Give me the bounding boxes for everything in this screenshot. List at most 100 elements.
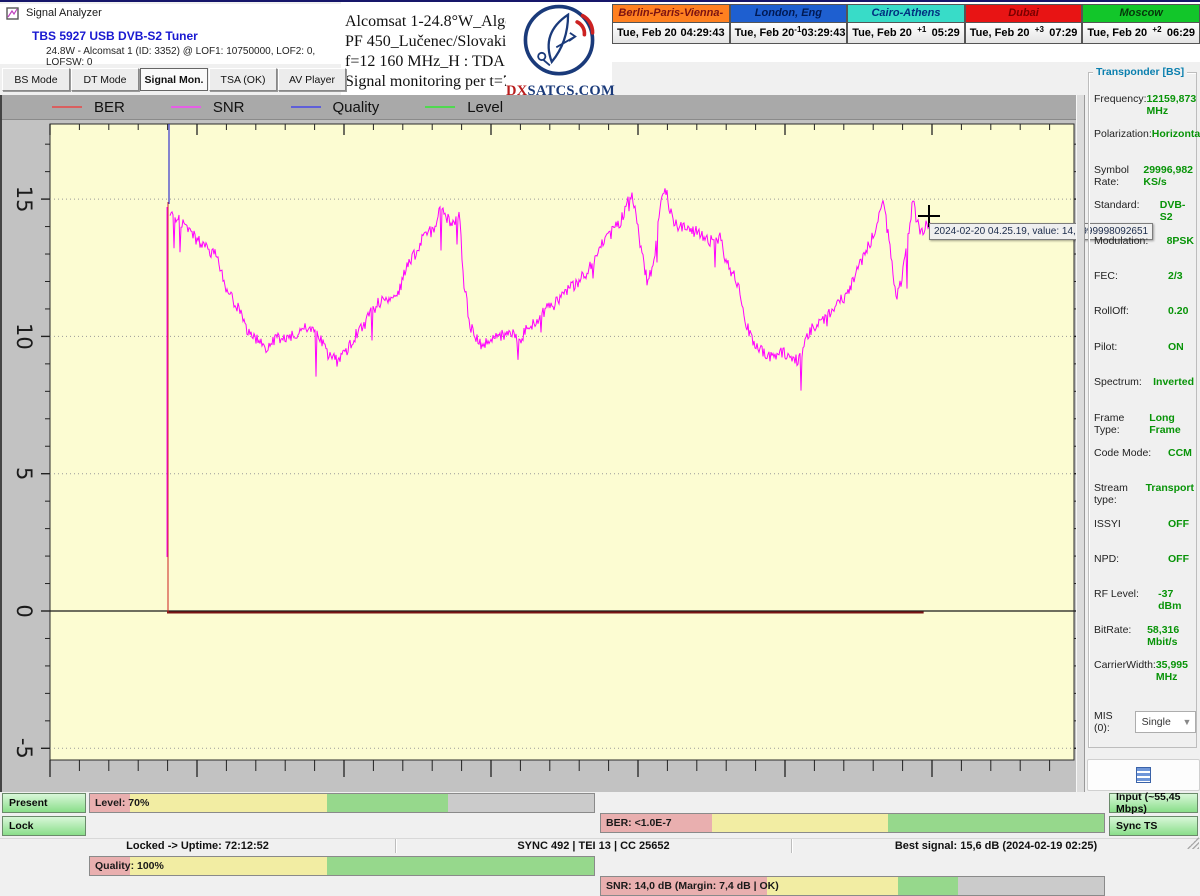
field-row: Frequency:12159,873 MHz [1094, 93, 1194, 128]
field-label: Pilot: [1094, 341, 1168, 353]
y-axis-label: -5 [12, 738, 36, 759]
statusbar-uptime: Locked -> Uptime: 72:12:52 [0, 839, 396, 853]
clock-cell: Cairo-AthensTue, Feb 20+105:29 [847, 4, 965, 44]
mis-row: MIS (0): Single ▼ [1094, 710, 1196, 734]
field-label: ISSYI [1094, 518, 1168, 530]
bar-segment-green [888, 814, 1104, 832]
tuner-subtitle: 24.8W - Alcomsat 1 (ID: 3352) @ LOF1: 10… [46, 46, 341, 68]
ber-progressbar: BER: <1.0E-7 [600, 813, 1105, 833]
tab-dt-mode[interactable]: DT Mode [71, 68, 139, 91]
chart-panel: BERSNRQualityLevel 151050-5 [0, 95, 1076, 792]
field-value: 58,316 Mbit/s [1147, 624, 1194, 648]
field-value: ON [1168, 341, 1184, 353]
clock-time: 06:29 [1167, 27, 1195, 39]
clock-time: 07:29 [1049, 27, 1077, 39]
quality-progressbar-label: Quality: 100% [95, 860, 164, 872]
field-label: Standard: [1094, 199, 1160, 211]
field-row: Pilot:ON [1094, 341, 1194, 376]
field-label: NPD: [1094, 553, 1168, 565]
legend-label: Level [467, 99, 503, 116]
legend-label: BER [94, 99, 125, 116]
tab-tsa-ok[interactable]: TSA (OK) [209, 68, 277, 91]
statusbar: Locked -> Uptime: 72:12:52 SYNC 492 | TE… [0, 838, 1200, 853]
statusbar-sync: SYNC 492 | TEI 13 | CC 25652 [396, 839, 792, 853]
clock-time-row: Tue, Feb 20+206:29 [1083, 23, 1199, 43]
bar-segment-gray [958, 877, 1104, 895]
bar-segment-yellow [712, 814, 888, 832]
clock-utc-offset: +1 [912, 25, 932, 34]
legend-item: BER [52, 99, 125, 116]
clock-date: Tue, Feb 20 [617, 27, 677, 39]
resize-grip[interactable] [1187, 837, 1199, 849]
present-badge: Present [2, 793, 86, 813]
clock-city: Moscow [1083, 5, 1199, 23]
level-progressbar: Level: 70% [89, 793, 595, 813]
field-row: BitRate:58,316 Mbit/s [1094, 624, 1194, 659]
chart-legend: BER SNR Quality Level [2, 95, 1076, 120]
field-label: Modulation: [1094, 235, 1167, 247]
tab-av-player[interactable]: AV Player [278, 68, 346, 91]
bar-segment-green [898, 877, 958, 895]
field-value: Transport [1146, 482, 1194, 494]
report-button[interactable] [1087, 759, 1200, 791]
tab-bs-mode[interactable]: BS Mode [2, 68, 70, 91]
y-axis-label: 5 [12, 467, 36, 480]
field-label: RollOff: [1094, 305, 1168, 317]
field-label: Spectrum: [1094, 376, 1153, 388]
clock-cell: DubaiTue, Feb 20+307:29 [965, 4, 1083, 44]
field-row: Polarization:Horizontal [1094, 128, 1194, 163]
bar-segment-yellow [767, 877, 898, 895]
legend-swatch [291, 106, 321, 108]
app-icon [6, 7, 19, 20]
chart-splitter[interactable] [1076, 95, 1085, 792]
clock-utc-offset: -1 [794, 25, 801, 34]
chevron-down-icon: ▼ [1179, 717, 1195, 727]
clock-utc-offset: +3 [1029, 25, 1049, 34]
clock-city: Dubai [966, 5, 1082, 23]
y-axis-label: 0 [12, 604, 36, 617]
tab-signal-mon[interactable]: Signal Mon. [140, 68, 208, 91]
field-row: Standard:DVB-S2 [1094, 199, 1194, 234]
field-label: Symbol Rate: [1094, 164, 1143, 188]
clock-city: London, Eng [731, 5, 847, 23]
mis-label: MIS (0): [1094, 710, 1127, 734]
quality-progressbar: Quality: 100% [89, 856, 595, 876]
report-icon [1136, 767, 1151, 783]
field-label: CarrierWidth: [1094, 659, 1156, 671]
input-badge: Input (~55,45 Mbps) [1109, 793, 1198, 813]
field-value: DVB-S2 [1160, 199, 1194, 223]
field-value: Inverted [1153, 376, 1194, 388]
clock-date: Tue, Feb 20 [852, 27, 912, 39]
field-value: Horizontal [1152, 128, 1200, 140]
field-value: -37 dBm [1158, 588, 1194, 612]
legend-item: Quality [291, 99, 380, 116]
clock-utc-offset: +2 [1147, 25, 1167, 34]
signal-plot[interactable]: 151050-5 [2, 119, 1078, 792]
dxsatcs-logo: DXSATCS.COM [506, 2, 612, 97]
tuner-header: TBS 5927 USB DVB-S2 Tuner 24.8W - Alcoms… [0, 22, 341, 64]
field-value: CCM [1168, 447, 1192, 459]
field-value: 29996,982 KS/s [1143, 164, 1194, 188]
transponder-group: Transponder [BS] Frequency:12159,873 MHz… [1088, 72, 1197, 748]
clock-city: Berlin-Paris-Vienna-Roma [613, 5, 729, 23]
field-label: Frequency: [1094, 93, 1147, 105]
clock-time-row: Tue, Feb 20+307:29 [966, 23, 1082, 43]
field-row: Frame Type:Long Frame [1094, 412, 1194, 447]
legend-item: SNR [171, 99, 245, 116]
legend-swatch [52, 106, 82, 108]
legend-swatch [425, 106, 455, 108]
field-row: RF Level:-37 dBm [1094, 588, 1194, 623]
field-label: Code Mode: [1094, 447, 1168, 459]
mis-select[interactable]: Single ▼ [1135, 711, 1196, 733]
field-label: Stream type: [1094, 482, 1146, 506]
mis-select-value: Single [1136, 716, 1179, 728]
y-axis-label: 15 [12, 186, 36, 213]
legend-swatch [171, 106, 201, 108]
bar-segment-yellow [130, 794, 327, 812]
legend-label: Quality [333, 99, 380, 116]
bar-segment-gray [448, 794, 594, 812]
field-value: 2/3 [1168, 270, 1183, 282]
clock-time: 05:29 [932, 27, 960, 39]
clock-date: Tue, Feb 20 [735, 27, 795, 39]
field-value: 35,995 MHz [1156, 659, 1194, 683]
